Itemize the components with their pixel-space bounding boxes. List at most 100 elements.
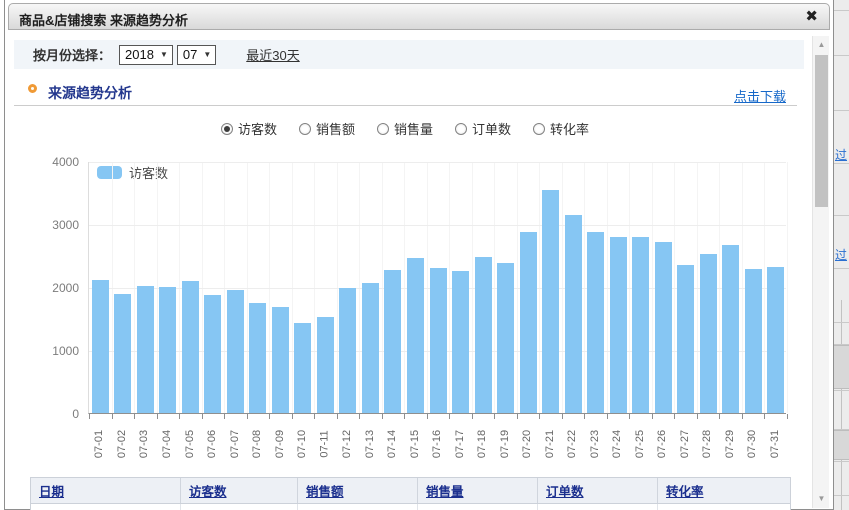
x-label-07-16: 07-16 [426,419,449,469]
column-header-link[interactable]: 销售额 [306,481,344,500]
x-label-07-26: 07-26 [651,419,674,469]
background-table-line [834,215,849,216]
bar-07-23[interactable] [587,232,604,413]
y-tick-label: 4000 [5,155,79,169]
close-icon[interactable]: ✖ [805,9,818,25]
bar-07-11[interactable] [317,317,334,413]
dialog-trend-analysis: 商品&店铺搜索 来源趋势分析 ✖ 按月份选择： 2018 ▼ 07 ▼ 最近30… [4,0,834,510]
x-label-07-28: 07-28 [696,419,719,469]
data-table: 日期 访客数 销售额 销售量 订单数 转化率 [30,477,791,510]
gridline [89,225,786,226]
x-label-07-14: 07-14 [381,419,404,469]
x-label-07-08: 07-08 [246,419,269,469]
x-label-07-27: 07-27 [673,419,696,469]
x-label-07-22: 07-22 [561,419,584,469]
bar-07-16[interactable] [430,268,447,414]
column-header-2: 销售额 [298,478,418,503]
x-label-07-09: 07-09 [268,419,291,469]
x-label-07-11: 07-11 [313,419,336,469]
gridline [787,162,788,413]
bar-07-13[interactable] [362,283,379,413]
x-label-07-19: 07-19 [493,419,516,469]
bar-07-27[interactable] [677,265,694,413]
bar-07-05[interactable] [182,281,199,413]
bar-07-03[interactable] [137,286,154,413]
x-label-07-18: 07-18 [471,419,494,469]
x-label-07-24: 07-24 [606,419,629,469]
gridline [89,162,786,163]
background-table-line [834,495,849,496]
column-header-link[interactable]: 订单数 [546,481,584,500]
x-label-07-07: 07-07 [223,419,246,469]
table-cell [298,504,418,510]
x-label-07-15: 07-15 [403,419,426,469]
background-table-line [834,322,849,323]
background-link-fragment[interactable]: 过 [835,246,847,263]
column-header-4: 订单数 [538,478,658,503]
background-table-line [834,390,849,391]
dialog-titlebar[interactable]: 商品&店铺搜索 来源趋势分析 ✖ [8,3,830,30]
scrollbar-thumb[interactable] [815,55,828,207]
bar-07-19[interactable] [497,263,514,413]
bar-07-06[interactable] [204,295,221,413]
dialog-title: 商品&店铺搜索 来源趋势分析 [19,10,188,29]
x-label-07-23: 07-23 [583,419,606,469]
y-tick-label: 2000 [5,281,79,295]
background-table-line [834,344,849,345]
background-table-line [834,429,849,430]
table-cell [181,504,298,510]
bar-07-29[interactable] [722,245,739,413]
scroll-up-icon[interactable]: ▲ [813,38,830,52]
background-table-line [834,163,849,164]
table-cell [418,504,538,510]
bar-07-02[interactable] [114,294,131,413]
background-table-band [834,345,849,389]
y-tick-label: 0 [5,407,79,421]
x-label-07-02: 07-02 [111,419,134,469]
y-tick-label: 3000 [5,218,79,232]
bar-07-22[interactable] [565,215,582,413]
column-header-link[interactable]: 访客数 [189,481,227,500]
x-label-07-13: 07-13 [358,419,381,469]
bar-07-20[interactable] [520,232,537,413]
bar-07-04[interactable] [159,287,176,413]
column-header-0: 日期 [31,478,181,503]
background-link-fragment[interactable]: 过 [835,146,847,163]
table-cell [538,504,658,510]
background-table-line [834,55,849,56]
bar-07-21[interactable] [542,190,559,413]
bar-07-09[interactable] [272,307,289,413]
x-label-07-21: 07-21 [538,419,561,469]
background-table-line [834,110,849,111]
x-label-07-30: 07-30 [741,419,764,469]
column-header-link[interactable]: 销售量 [426,481,464,500]
bar-07-31[interactable] [767,267,784,413]
bar-07-24[interactable] [610,237,627,413]
bar-07-10[interactable] [294,323,311,413]
bar-07-18[interactable] [475,257,492,413]
y-tick-label: 1000 [5,344,79,358]
column-header-link[interactable]: 日期 [39,481,64,500]
bar-07-12[interactable] [339,288,356,413]
bar-07-30[interactable] [745,269,762,413]
scroll-down-icon[interactable]: ▼ [813,492,830,506]
x-label-07-04: 07-04 [156,419,179,469]
bar-07-01[interactable] [92,280,109,413]
bar-07-26[interactable] [655,242,672,413]
bar-07-14[interactable] [384,270,401,413]
column-header-3: 销售量 [418,478,538,503]
dialog-scrollbar[interactable]: ▲ ▼ [812,36,829,508]
bar-07-07[interactable] [227,290,244,413]
x-label-07-17: 07-17 [448,419,471,469]
bar-07-25[interactable] [632,237,649,413]
background-table-line [834,10,849,11]
column-header-link[interactable]: 转化率 [666,481,704,500]
bar-07-15[interactable] [407,258,424,413]
column-header-5: 转化率 [658,478,789,503]
axis-tick [787,414,788,419]
column-header-1: 访客数 [181,478,298,503]
bar-07-17[interactable] [452,271,469,413]
bar-07-08[interactable] [249,303,266,413]
bar-07-28[interactable] [700,254,717,413]
x-label-07-05: 07-05 [178,419,201,469]
